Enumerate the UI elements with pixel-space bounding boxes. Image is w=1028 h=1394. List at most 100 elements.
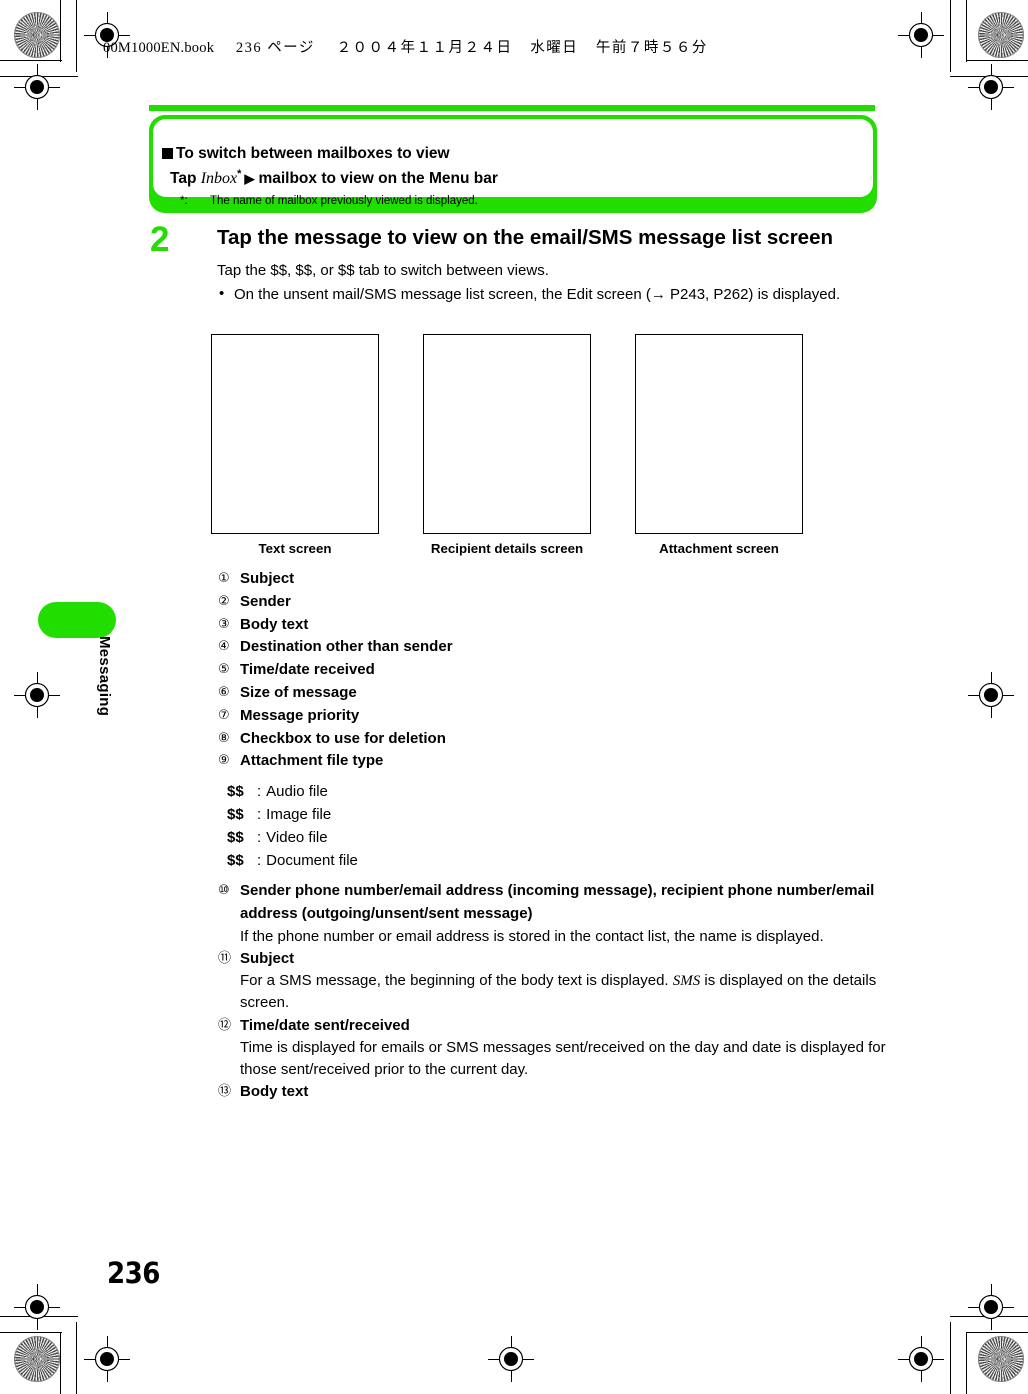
banner-instruction-suffix: mailbox to view on the Menu bar xyxy=(258,170,498,187)
book-page-label: 236 ページ xyxy=(235,40,315,56)
callout-label: Destination other than sender xyxy=(240,638,453,656)
callout-label: Sender xyxy=(240,592,291,610)
callout-label: Message priority xyxy=(240,706,360,724)
registration-mark-mid-left xyxy=(14,672,60,718)
chapter-tab-marker xyxy=(38,602,116,638)
banner-top-rule xyxy=(149,105,875,111)
callout-number-icon: ⑧ xyxy=(218,730,230,746)
list-item: ⑤ Time/date received xyxy=(218,659,890,682)
screenshot-caption: Text screen xyxy=(258,541,332,556)
banner-heading: To switch between mailboxes to view xyxy=(176,145,450,162)
crop-line-br-v2 xyxy=(950,1322,952,1394)
file-type-list: $$: Audio file $$: Image file $$: Video fil… xyxy=(227,780,358,872)
screenshot-caption: Recipient details screen xyxy=(430,541,584,556)
starburst-mark-bottom-right xyxy=(978,1336,1024,1382)
callout-number-icon: ⑤ xyxy=(218,662,230,678)
registration-mark-top-right-lower xyxy=(968,64,1014,110)
banner-green-frame: To switch between mailboxes to view Tap … xyxy=(149,115,877,213)
registration-mark-bottom-right xyxy=(898,1336,944,1382)
crop-line-tr-h2 xyxy=(950,76,1028,78)
crop-line-br-h2 xyxy=(950,1316,1028,1318)
step-title: Tap the message to view on the email/SMS… xyxy=(217,226,833,249)
callout-number-icon: ⑪ xyxy=(218,950,232,966)
list-item: ⑨ Attachment file type xyxy=(218,750,890,773)
step-bullet-item: On the unsent mail/SMS message list scre… xyxy=(217,283,889,306)
registration-mark-mid-right xyxy=(968,672,1014,718)
file-type-colon: : xyxy=(257,829,262,847)
list-item: ⑬ Body text xyxy=(218,1081,894,1104)
sms-term: SMS xyxy=(672,973,701,990)
file-type-icon: $$ xyxy=(227,829,244,847)
registration-mark-bottom-left-upper xyxy=(14,1284,60,1330)
book-file-header: 00M1000EN.book 236 ページ ２００４年１１月２４日 水曜日 午… xyxy=(103,36,708,57)
file-type-colon: : xyxy=(257,783,262,800)
screenshot-recipient-details-screen: Recipient details screen xyxy=(423,334,591,556)
file-type-row: $$: Document file xyxy=(227,849,358,872)
crop-line-tl-h2 xyxy=(0,76,78,78)
crop-line-br-h xyxy=(966,1332,1028,1334)
banner-instruction-prefix: Tap xyxy=(170,170,201,187)
registration-mark-bottom-left xyxy=(84,1336,130,1382)
callout-number-icon: ⑥ xyxy=(218,684,230,700)
file-type-label: Video file xyxy=(266,829,328,847)
registration-mark-top-right xyxy=(898,12,944,58)
right-triangle-icon: ▶ xyxy=(244,171,255,186)
callout-label: Time/date received xyxy=(240,661,375,679)
registration-mark-bottom-center xyxy=(488,1336,534,1382)
square-bullet-icon xyxy=(162,148,173,159)
callout-description: For a SMS message, the beginning of the … xyxy=(240,970,894,1014)
banner-mailbox-name: Inbox xyxy=(200,170,238,187)
callout-banner: To switch between mailboxes to view Tap … xyxy=(149,105,877,213)
banner-footnote-text: The name of mailbox previously viewed is… xyxy=(210,195,478,207)
crop-line-bl-v2 xyxy=(76,1322,78,1394)
callout-number-icon: ③ xyxy=(218,616,230,632)
crop-line-bl-h xyxy=(0,1332,62,1334)
screenshot-frame xyxy=(423,334,591,534)
file-type-row: $$: Audio file xyxy=(227,780,358,803)
book-weekday: 水曜日 xyxy=(530,40,579,56)
file-type-icon: $$ xyxy=(227,806,244,824)
crop-line-tr-v xyxy=(966,0,968,62)
list-item: ② Sender xyxy=(218,591,890,614)
registration-mark-bottom-right-upper xyxy=(968,1284,1014,1330)
banner-instruction-row: Tap Inbox* ▶ mailbox to view on the Menu b… xyxy=(170,168,498,188)
book-date: ２００４年１１月２４日 xyxy=(336,40,513,56)
callout-label: Sender phone number/email address (incom… xyxy=(240,882,875,922)
callout-description: Time is displayed for emails or SMS mess… xyxy=(240,1039,886,1079)
screenshot-attachment-screen: Attachment screen xyxy=(635,334,803,556)
banner-inner-panel: To switch between mailboxes to view Tap … xyxy=(153,119,873,207)
callout-number-icon: ⑩ xyxy=(218,883,230,898)
book-time: 午前７時５６分 xyxy=(595,40,708,56)
screenshot-frame xyxy=(211,334,379,534)
screenshot-frame xyxy=(635,334,803,534)
book-filename: 00M1000EN.book xyxy=(103,40,215,56)
callout-number-icon: ② xyxy=(218,593,230,609)
callout-label: Subject xyxy=(240,949,295,967)
list-item: ⑥ Size of message xyxy=(218,682,890,705)
chapter-tab-label: Messaging xyxy=(96,636,113,717)
crop-line-tr-h xyxy=(966,60,1028,62)
callout-label: Body text xyxy=(240,1083,309,1101)
callout-number-icon: ⑨ xyxy=(218,753,230,769)
page-number: 236 xyxy=(107,1256,160,1290)
list-item: ③ Body text xyxy=(218,614,890,637)
file-type-label: Audio file xyxy=(266,783,328,800)
file-type-row: $$: Video file xyxy=(227,826,358,849)
crop-line-tl-h xyxy=(0,60,62,62)
callout-number-icon: ① xyxy=(218,571,230,586)
callout-description: If the phone number or email address is … xyxy=(240,927,824,945)
file-type-icon: $$ xyxy=(227,852,244,870)
list-item: ① Subject xyxy=(218,568,890,591)
crop-line-tl-v xyxy=(60,0,62,62)
file-type-colon: : xyxy=(257,806,262,824)
screenshot-caption: Attachment screen xyxy=(659,541,779,556)
callout-list: ① Subject ② Sender ③ Body text ④ Destina… xyxy=(218,568,890,773)
crop-line-tl-v2 xyxy=(76,0,78,72)
banner-footnote-row: *: The name of mailbox previously viewed … xyxy=(180,195,478,207)
callout-label: Time/date sent/received xyxy=(240,1016,410,1034)
file-type-label: Document file xyxy=(266,852,358,870)
starburst-mark-top-left xyxy=(14,12,60,58)
file-type-colon: : xyxy=(257,852,262,870)
file-type-label: Image file xyxy=(266,806,332,824)
screenshot-text-screen: Text screen xyxy=(211,334,379,556)
